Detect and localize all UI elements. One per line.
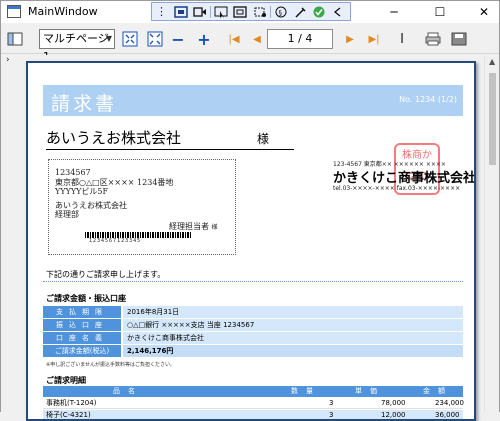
header-item-name: 品名 [113, 387, 143, 395]
issuer-tel: tel.03-××××-×××× fax.03-××××-×××× [333, 185, 461, 192]
first-page-icon[interactable]: |◀ [227, 30, 241, 48]
zoom-in-icon[interactable]: + [197, 30, 211, 49]
save-icon[interactable] [451, 30, 467, 48]
minimize-button[interactable]: ─ [379, 1, 409, 23]
chevron-down-icon: ▼ [105, 34, 112, 43]
video-icon[interactable] [192, 4, 207, 20]
detail-section-title: ご請求明細 [46, 376, 86, 385]
header-price: 単価 [355, 387, 385, 395]
recipient-underline [46, 149, 294, 150]
last-page-icon[interactable]: ▶| [367, 30, 381, 48]
payment-label: 振込口座 [43, 319, 121, 331]
payment-value: ○△□銀行 ×××××支店 当座 1234567 [123, 319, 463, 331]
invoice-title: 請求書 [51, 93, 118, 115]
fit-width-icon[interactable] [147, 30, 163, 48]
item-price: 78,000 [381, 399, 406, 407]
window-capture-icon[interactable] [233, 4, 248, 20]
grip-icon[interactable]: ⋮ [154, 4, 169, 20]
maximize-button[interactable]: ☐ [425, 1, 455, 23]
scroll-up-icon[interactable]: ▲ [489, 57, 495, 66]
address-person-suffix: 様 [211, 224, 218, 231]
recipient-honorific: 様 [257, 132, 270, 146]
barcode-number: 1234567123345 [89, 238, 142, 244]
payment-label: 口座名義 [43, 332, 121, 344]
item-amount: 234,000 [435, 399, 464, 407]
invoice-header: 請求書 No. 1234 (1/2) [43, 85, 463, 116]
document-viewer[interactable]: › ▲ 請求書 No. 1234 (1/2) あいうえお株式会社 様 12345… [1, 55, 499, 421]
sidebar-toggle-icon[interactable] [7, 30, 23, 48]
recipient-company: あいうえお株式会社 [46, 129, 182, 147]
invoice-page: 請求書 No. 1234 (1/2) あいうえお株式会社 様 1234567 東… [26, 61, 476, 421]
payment-label: 支払期限 [43, 306, 121, 318]
postal-code: 1234567 [55, 168, 91, 177]
select-region-icon[interactable] [173, 4, 188, 20]
expand-arrow-icon[interactable]: › [6, 55, 10, 65]
text-cursor-icon[interactable]: I [397, 30, 407, 48]
payment-value: 2,146,176円 [123, 345, 463, 357]
region-capture-icon[interactable] [252, 4, 267, 20]
payment-row-total: ご請求金額(税込) 2,146,176円 [43, 345, 463, 357]
close-button[interactable]: ✕ [469, 1, 499, 23]
pen-icon[interactable] [293, 4, 308, 20]
print-icon[interactable] [425, 30, 441, 48]
payment-table: 支払期限 2016年8月31日 振込口座 ○△□銀行 ×××××支店 当座 12… [43, 306, 463, 358]
prev-page-icon[interactable]: ◀ [250, 30, 264, 48]
address-box: 1234567 東京都○△□区×××× 1234番地 YYYYYビル5F あいう… [48, 159, 236, 255]
zoom-out-icon[interactable]: − [171, 30, 185, 49]
address-dept: 経理部 [55, 210, 79, 219]
item-qty: 3 [329, 399, 334, 407]
payment-value: 2016年8月31日 [123, 306, 463, 318]
header-qty: 数量 [291, 387, 321, 395]
window-title: MainWindow [28, 5, 98, 18]
payment-section-title: ご請求金額・振込口座 [46, 294, 126, 303]
payment-label: ご請求金額(税込) [43, 345, 121, 357]
capture-toolbar: ⋮ § [151, 2, 351, 21]
accept-icon[interactable] [312, 4, 327, 20]
invoice-number: No. 1234 (1/2) [399, 95, 457, 104]
payment-note: ※申し訳ございませんが振込手数料等はご負担ください。 [46, 362, 176, 368]
header-amount: 金額 [423, 387, 453, 395]
divider [43, 281, 463, 282]
layout-select[interactable]: マルチページ1 ▼ [39, 29, 115, 63]
payment-row: 振込口座 ○△□銀行 ×××××支店 当座 1234567 [43, 319, 463, 331]
payment-value: かきくけこ商事株式会社 [123, 332, 463, 344]
intro-text: 下記の通りご請求申し上げます。 [46, 270, 166, 279]
payment-row: 支払期限 2016年8月31日 [43, 306, 463, 318]
next-page-icon[interactable]: ▶ [343, 30, 357, 48]
fit-page-icon[interactable] [122, 30, 138, 48]
separator [210, 5, 211, 18]
table-row: 事務机(T-1204) 3 78,000 234,000 [43, 398, 464, 409]
address-person: 経理担当者 様 [169, 221, 218, 232]
app-icon [7, 5, 21, 18]
item-name: 事務机(T-1204) [46, 399, 97, 407]
toolbar: マルチページ1 ▼ − + |◀ ◀ 1 / 4 ▶ ▶| I [1, 24, 499, 63]
detail-table-header: 品名 数量 単価 金額 [43, 386, 463, 397]
vertical-scrollbar[interactable]: ▲ [484, 55, 499, 412]
scrollbar-thumb[interactable] [489, 73, 496, 165]
collapse-icon[interactable] [331, 4, 346, 20]
svg-text:§: § [279, 9, 283, 17]
pointer-icon[interactable] [214, 4, 229, 20]
payment-row: 口座名義 かきくけこ商事株式会社 [43, 332, 463, 344]
page-indicator[interactable]: 1 / 4 [267, 29, 333, 49]
separator [270, 5, 271, 18]
issuer-name: かきくけこ商事株式会社 [333, 171, 476, 186]
address-line2: YYYYYビル5F [55, 187, 109, 196]
main-window: MainWindow ─ ☐ ✕ ⋮ § マルチページ ▼ − + |◀ ◀ 1… [0, 0, 500, 421]
audio-icon[interactable]: § [274, 4, 289, 20]
address-person-name: 経理担当者 [169, 222, 209, 231]
